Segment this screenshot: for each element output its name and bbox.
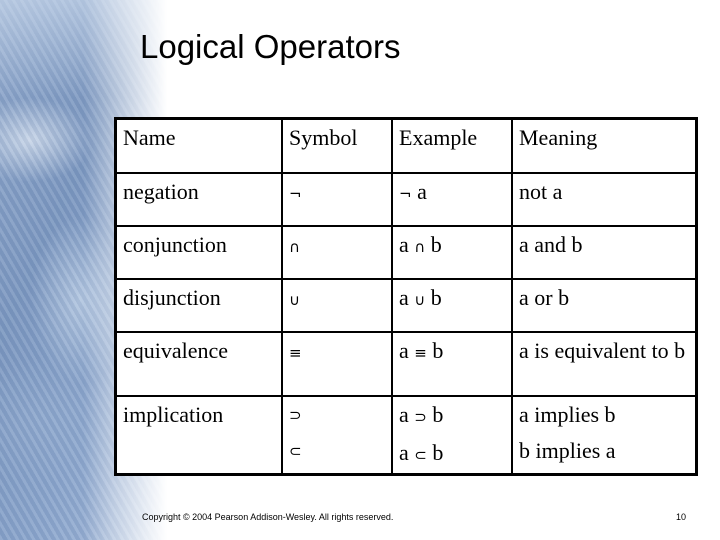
table-row: equivalence ≡ a ≡ b a is equivalent to b [114, 331, 698, 397]
header-example: Example [391, 117, 513, 174]
operator-meaning: a is equivalent to b [511, 331, 698, 397]
table-row: disjunction ∪ a ∪ b a or b [114, 278, 698, 333]
operator-example: a ∪ b [391, 278, 513, 333]
page-number: 10 [676, 512, 687, 522]
table-row: implication ⊃ ⊂ a ⊃ b a ⊂ b a implies b … [114, 395, 698, 476]
operator-meaning: a or b [511, 278, 698, 333]
operator-example: a ≡ b [391, 331, 513, 397]
operator-example: ¬ a [391, 172, 513, 227]
operator-name: conjunction [114, 225, 283, 280]
operator-name: disjunction [114, 278, 283, 333]
operator-example: a ⊃ b a ⊂ b [391, 395, 513, 476]
operator-name: implication [114, 395, 283, 476]
header-symbol: Symbol [281, 117, 393, 174]
disjunction-symbol: ∪ [289, 291, 300, 309]
operator-name: negation [114, 172, 283, 227]
negation-symbol: ¬ [289, 185, 302, 203]
operator-meaning: not a [511, 172, 698, 227]
table-row: conjunction ∩ a ∩ b a and b [114, 225, 698, 280]
operator-name: equivalence [114, 331, 283, 397]
implication-symbol: ⊃ [289, 406, 302, 424]
table-row: negation ¬ ¬ a not a [114, 172, 698, 227]
slide-title: Logical Operators [140, 28, 401, 65]
conjunction-symbol: ∩ [289, 238, 300, 256]
operator-example: a ∩ b [391, 225, 513, 280]
logical-operators-table: Name Symbol Example Meaning negation ¬ ¬… [114, 117, 698, 476]
header-meaning: Meaning [511, 117, 698, 174]
operator-meaning: a and b [511, 225, 698, 280]
header-name: Name [114, 117, 283, 174]
reverse-implication-symbol: ⊂ [289, 442, 302, 460]
copyright-footer: Copyright © 2004 Pearson Addison-Wesley.… [142, 512, 394, 522]
equivalence-symbol: ≡ [289, 344, 302, 362]
operator-meaning: a implies b b implies a [511, 395, 698, 476]
table-header-row: Name Symbol Example Meaning [114, 117, 698, 174]
